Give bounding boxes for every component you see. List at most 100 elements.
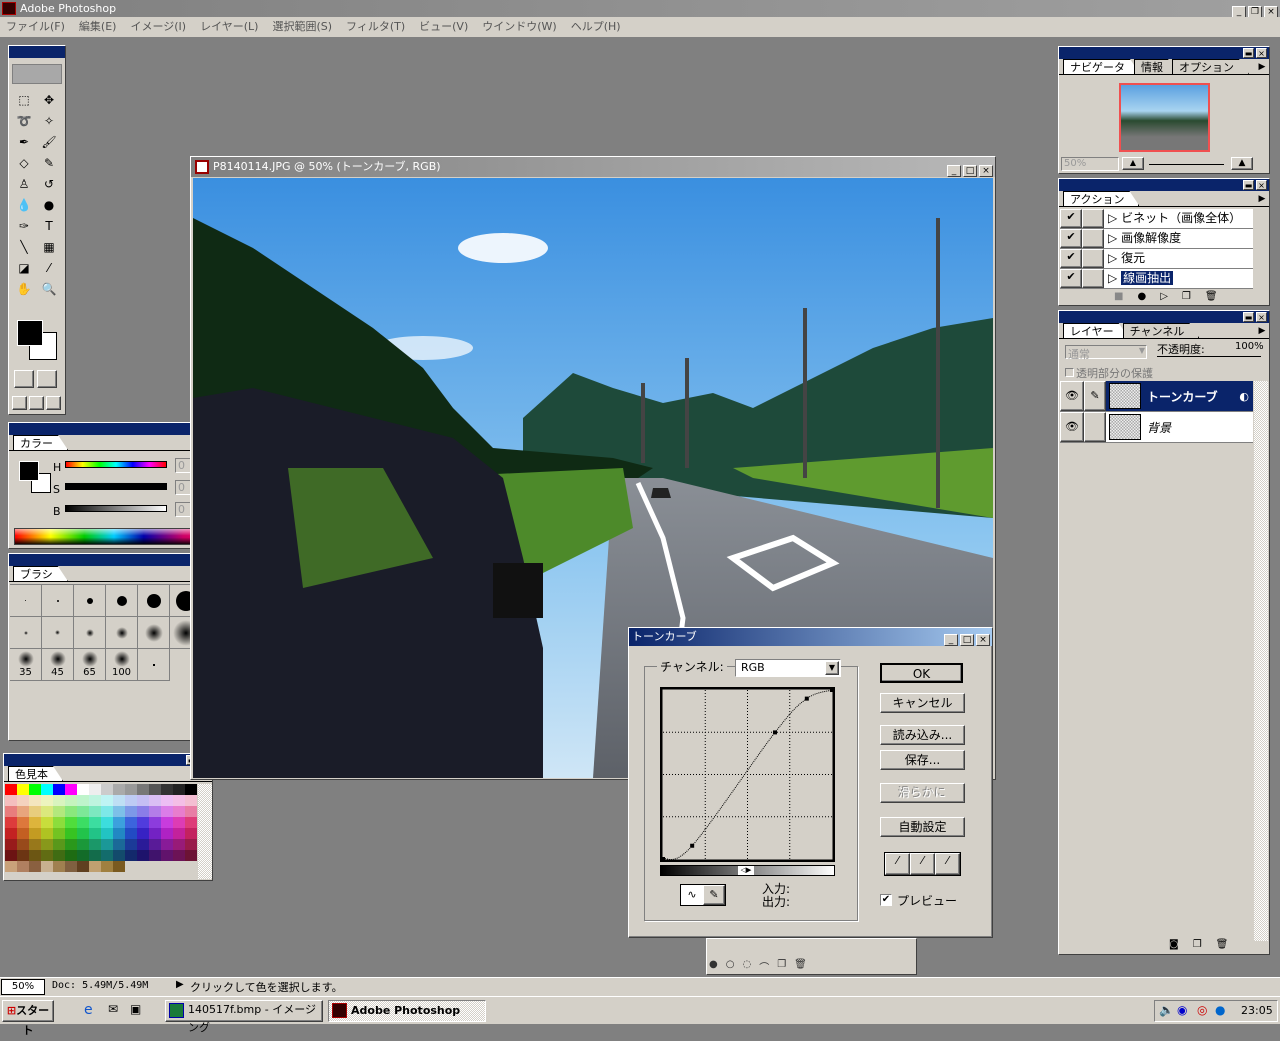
- tab-brushes[interactable]: ブラシ: [13, 566, 68, 581]
- swatch[interactable]: [125, 828, 137, 839]
- swatch[interactable]: [89, 828, 101, 839]
- brush-hard[interactable]: [42, 585, 74, 617]
- swatch[interactable]: [77, 850, 89, 861]
- swatch[interactable]: [5, 839, 17, 850]
- swatch[interactable]: [17, 839, 29, 850]
- swatch[interactable]: [5, 861, 17, 872]
- swatch[interactable]: [53, 795, 65, 806]
- gray-eyedropper-icon[interactable]: ⁄: [910, 853, 935, 875]
- swatch[interactable]: [149, 817, 161, 828]
- expand-triangle-icon[interactable]: ▷: [1108, 231, 1117, 245]
- preview-checkbox[interactable]: ✔: [880, 894, 892, 906]
- layer-row[interactable]: 👁 ✎ トーンカーブ ◐: [1060, 381, 1253, 412]
- swatch[interactable]: [41, 828, 53, 839]
- swatch[interactable]: [89, 861, 101, 872]
- swatch[interactable]: [161, 806, 173, 817]
- close-icon[interactable]: ×: [1256, 312, 1267, 322]
- swatch[interactable]: [5, 806, 17, 817]
- swatch[interactable]: [65, 850, 77, 861]
- minimize-icon[interactable]: ▬: [1243, 48, 1254, 58]
- action-item[interactable]: ✔ ▷ 線画抽出: [1060, 269, 1253, 289]
- swatch[interactable]: [113, 828, 125, 839]
- swatch[interactable]: [185, 817, 197, 828]
- swatch[interactable]: [173, 839, 185, 850]
- swatch[interactable]: [29, 839, 41, 850]
- brush-soft[interactable]: 35: [10, 649, 42, 681]
- dialog-toggle[interactable]: [1082, 229, 1104, 248]
- swatch[interactable]: [125, 806, 137, 817]
- swatch[interactable]: [53, 784, 65, 795]
- dialog-toggle[interactable]: [1082, 269, 1104, 288]
- history-brush-tool[interactable]: ↺: [38, 174, 60, 194]
- swatch[interactable]: [29, 817, 41, 828]
- navigator-zoom-field[interactable]: 50%: [1061, 157, 1119, 171]
- magic-wand-tool[interactable]: ✧: [38, 111, 60, 131]
- swatch[interactable]: [173, 784, 185, 795]
- chevron-down-icon[interactable]: ▼: [825, 661, 839, 675]
- swatch[interactable]: [149, 806, 161, 817]
- swatch[interactable]: [125, 839, 137, 850]
- status-arrow-icon[interactable]: ▶: [176, 979, 184, 990]
- foreground-color[interactable]: [17, 320, 43, 346]
- swatch[interactable]: [53, 861, 65, 872]
- ie-icon[interactable]: e: [84, 1002, 93, 1018]
- swatch[interactable]: [125, 817, 137, 828]
- menu-view[interactable]: ビュー(V): [419, 17, 468, 37]
- swatch[interactable]: [161, 850, 173, 861]
- swatch[interactable]: [185, 839, 197, 850]
- panel-menu-arrow-icon[interactable]: ▶: [1256, 324, 1268, 338]
- swatch[interactable]: [161, 795, 173, 806]
- swatch[interactable]: [161, 784, 173, 795]
- swatch[interactable]: [5, 850, 17, 861]
- screen-mode-1[interactable]: [12, 396, 27, 410]
- dialog-toggle[interactable]: [1082, 249, 1104, 268]
- color-ramp[interactable]: [14, 528, 214, 545]
- zoom-tool[interactable]: 🔍: [38, 279, 60, 299]
- swatch[interactable]: [185, 784, 197, 795]
- brightness-slider[interactable]: [65, 505, 167, 512]
- save-button[interactable]: 保存...: [880, 750, 965, 770]
- white-eyedropper-icon[interactable]: ⁄: [935, 853, 960, 875]
- brush-hard[interactable]: [138, 585, 170, 617]
- brush-soft[interactable]: [42, 617, 74, 649]
- swatch[interactable]: [77, 806, 89, 817]
- swatch[interactable]: [185, 795, 197, 806]
- tab-navigator[interactable]: ナビゲータ: [1063, 59, 1140, 74]
- menu-help[interactable]: ヘルプ(H): [571, 17, 621, 37]
- minimize-icon[interactable]: ▬: [1243, 180, 1254, 190]
- tray-icon[interactable]: ◎: [1197, 1003, 1207, 1017]
- swatch[interactable]: [185, 828, 197, 839]
- swatch[interactable]: [77, 861, 89, 872]
- brush-hard[interactable]: [74, 585, 106, 617]
- swatch[interactable]: [173, 806, 185, 817]
- swatch[interactable]: [77, 817, 89, 828]
- tab-swatches[interactable]: 色見本: [8, 766, 63, 781]
- close-button[interactable]: ×: [979, 165, 993, 177]
- swatch[interactable]: [149, 839, 161, 850]
- visibility-eye-icon[interactable]: 👁: [1060, 412, 1084, 442]
- swatch[interactable]: [17, 861, 29, 872]
- swatch[interactable]: [89, 795, 101, 806]
- swatch[interactable]: [137, 806, 149, 817]
- swatch[interactable]: [101, 806, 113, 817]
- swatch[interactable]: [89, 850, 101, 861]
- swatch[interactable]: [5, 817, 17, 828]
- brush-tool[interactable]: 🖌: [38, 132, 60, 152]
- action-toggle-check[interactable]: ✔: [1060, 209, 1082, 228]
- close-icon[interactable]: ×: [1256, 48, 1267, 58]
- swatch[interactable]: [53, 828, 65, 839]
- load-button[interactable]: 読み込み...: [880, 725, 965, 745]
- swatch[interactable]: [29, 795, 41, 806]
- swatch[interactable]: [89, 839, 101, 850]
- action-toggle-check[interactable]: ✔: [1060, 249, 1082, 268]
- swatch[interactable]: [41, 784, 53, 795]
- dialog-toggle[interactable]: [1082, 209, 1104, 228]
- curve-point[interactable]: [773, 730, 778, 735]
- panel-menu-arrow-icon[interactable]: ▶: [1256, 60, 1268, 74]
- swatch[interactable]: [53, 806, 65, 817]
- swatch[interactable]: [65, 861, 77, 872]
- swatch[interactable]: [173, 795, 185, 806]
- swatch[interactable]: [101, 795, 113, 806]
- swatch[interactable]: [65, 795, 77, 806]
- swatch[interactable]: [101, 850, 113, 861]
